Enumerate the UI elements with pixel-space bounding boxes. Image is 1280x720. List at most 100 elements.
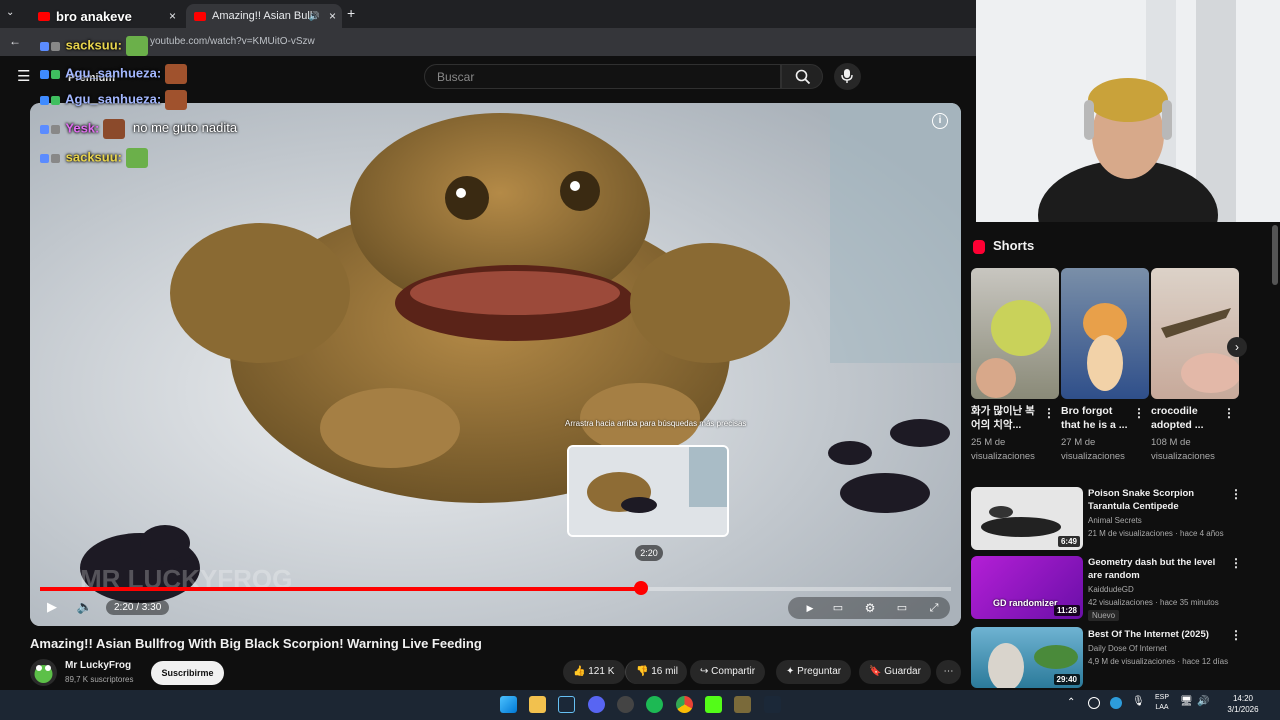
video-player[interactable]: MR LUCKYFROG i Arrastra hacia arriba par… <box>30 103 961 626</box>
search-icon <box>795 69 811 85</box>
dislike-icon: 👎 <box>636 666 649 677</box>
tray-app-icon[interactable] <box>1088 697 1100 709</box>
tab-stream-label: bro anakeve <box>56 8 132 24</box>
chat-username: sacksuu: <box>65 149 122 165</box>
duration-badge: 11:28 <box>1053 605 1080 616</box>
video-thumbnail[interactable]: 29:40 <box>971 627 1083 688</box>
chat-username: Agu_sanhueza: <box>65 91 162 107</box>
sidebar-scrollbar[interactable] <box>1272 225 1278 285</box>
time-display: 2:20 / 3:30 <box>106 600 170 615</box>
video-thumbnail[interactable]: 6:49 <box>971 487 1083 550</box>
app-icon[interactable] <box>617 696 634 713</box>
speaker-icon[interactable]: 🔊 <box>309 11 320 22</box>
voice-search-button[interactable] <box>834 63 861 90</box>
volume-icon[interactable]: 🔈 <box>75 598 95 616</box>
youtube-favicon-icon <box>194 11 206 21</box>
chat-line: Agu_sanhueza: <box>40 64 188 84</box>
ask-button[interactable]: ✦ Preguntar <box>776 660 852 684</box>
volume-tray-icon[interactable]: 🔊 <box>1197 696 1209 707</box>
thumbnail-caption: GD randomizer <box>993 598 1058 608</box>
save-button[interactable]: 🔖 Guardar <box>859 660 931 684</box>
taskbar-clock[interactable]: 14:20 3/1/2026 <box>1220 693 1266 715</box>
dislike-button[interactable]: 👎 16 mil <box>625 660 687 684</box>
windows-start-icon[interactable] <box>500 696 517 713</box>
more-icon[interactable]: ⋮ <box>1230 628 1242 642</box>
autoplay-icon[interactable]: ▶ <box>800 599 820 617</box>
more-actions-button[interactable]: ⋯ <box>936 660 961 684</box>
network-icon[interactable]: 🖥 <box>1180 696 1193 707</box>
steam-icon[interactable] <box>558 696 575 713</box>
video-channel[interactable]: Daily Dose Of Internet <box>1088 642 1238 655</box>
subscribe-button[interactable]: Suscribirme <box>151 661 224 685</box>
settings-icon[interactable]: ⚙ <box>860 599 880 617</box>
more-icon[interactable]: ⋮ <box>1230 487 1242 501</box>
tab-stream[interactable]: bro anakeve × <box>30 4 182 28</box>
play-icon[interactable]: ▶ <box>42 598 62 616</box>
video-channel[interactable]: Animal Secrets <box>1088 514 1238 527</box>
video-title-link[interactable]: Best Of The Internet (2025) <box>1088 628 1228 641</box>
video-frame: MR LUCKYFROG <box>30 103 961 626</box>
short-thumbnail[interactable] <box>971 268 1059 399</box>
discord-icon[interactable] <box>588 696 605 713</box>
more-icon[interactable]: ⋮ <box>1133 406 1145 420</box>
app-icon[interactable] <box>734 696 751 713</box>
channel-avatar[interactable] <box>30 659 57 686</box>
chat-line: Agu_sanhueza: <box>40 90 188 110</box>
menu-icon[interactable]: ☰ <box>17 67 30 85</box>
keyboard-language[interactable]: ESP LAA <box>1152 693 1172 713</box>
url-text[interactable]: youtube.com/watch?v=KMUitO-vSzw <box>150 36 315 47</box>
spotify-icon[interactable] <box>646 696 663 713</box>
close-tab-icon[interactable]: × <box>329 9 336 23</box>
file-explorer-icon[interactable] <box>529 696 546 713</box>
like-icon: 👍 <box>573 666 586 677</box>
back-icon[interactable]: ← <box>9 34 21 48</box>
chat-badge-icon <box>40 69 49 79</box>
tray-app-icon[interactable] <box>1110 697 1122 709</box>
steam-icon[interactable] <box>764 696 781 713</box>
video-channel[interactable]: KaiddudeGD <box>1088 583 1238 596</box>
chat-badge-icon <box>51 153 60 163</box>
video-title-link[interactable]: Geometry dash but the level are random <box>1088 556 1228 582</box>
youtube-favicon-icon <box>38 11 50 21</box>
more-icon[interactable]: ⋮ <box>1230 556 1242 570</box>
short-views: 27 M de visualizaciones <box>1061 437 1125 462</box>
more-icon[interactable]: ⋮ <box>1223 406 1235 420</box>
video-meta: 21 M de visualizaciones · hace 4 años <box>1088 529 1224 538</box>
chevron-right-icon[interactable]: › <box>1227 337 1247 357</box>
chat-badge-icon <box>40 41 49 51</box>
progress-bar[interactable] <box>40 581 951 595</box>
fullscreen-icon[interactable]: ⤢ <box>924 599 944 617</box>
chat-badge-icon <box>40 153 49 163</box>
theater-icon[interactable]: ▭ <box>892 599 912 617</box>
search-input[interactable]: Buscar <box>424 64 781 89</box>
share-button[interactable]: ↪ Compartir <box>690 660 766 684</box>
close-tab-icon[interactable]: × <box>169 9 176 23</box>
info-icon[interactable]: i <box>932 113 948 129</box>
player-right-controls: ▶ ▭ ⚙ ▭ ⤢ <box>788 597 950 619</box>
chrome-icon[interactable] <box>676 696 693 713</box>
browser-tab-bar: ⌄ bro anakeve × Amazing!! Asian Bullfrog… <box>0 0 976 28</box>
tray-mic-icon[interactable]: 🎙 <box>1132 696 1145 707</box>
short-title[interactable]: 화가 많이난 복어의 치악... <box>971 404 1043 432</box>
more-icon[interactable]: ⋮ <box>1043 406 1055 420</box>
short-title[interactable]: Bro forgot that he is a ... <box>1061 404 1133 432</box>
chat-badge-icon <box>40 95 49 105</box>
shorts-logo-icon <box>973 240 985 254</box>
subtitles-icon[interactable]: ▭ <box>828 599 848 617</box>
chat-line: Yesk: no me guto nadita <box>40 119 237 139</box>
video-meta: 42 visualizaciones · hace 35 minutos <box>1088 598 1219 607</box>
short-thumbnail[interactable] <box>1061 268 1149 399</box>
emote-icon <box>165 64 188 84</box>
search-button[interactable] <box>781 64 823 89</box>
video-thumbnail[interactable]: GD randomizer 11:28 <box>971 556 1083 619</box>
channel-name[interactable]: Mr LuckyFrog <box>65 660 131 671</box>
tab-list-chevron-icon[interactable]: ⌄ <box>6 7 14 18</box>
short-title[interactable]: crocodile adopted ... <box>1151 404 1223 432</box>
like-button[interactable]: 👍 121 K <box>563 660 625 684</box>
new-tab-icon[interactable]: + <box>347 5 355 21</box>
tray-chevron-icon[interactable]: ⌃ <box>1067 697 1075 708</box>
tab-video[interactable]: Amazing!! Asian Bullfrog W 🔊 × <box>186 4 342 28</box>
kick-icon[interactable] <box>705 696 722 713</box>
video-title-link[interactable]: Poison Snake Scorpion Tarantula Centiped… <box>1088 487 1228 513</box>
short-thumbnail[interactable] <box>1151 268 1239 399</box>
